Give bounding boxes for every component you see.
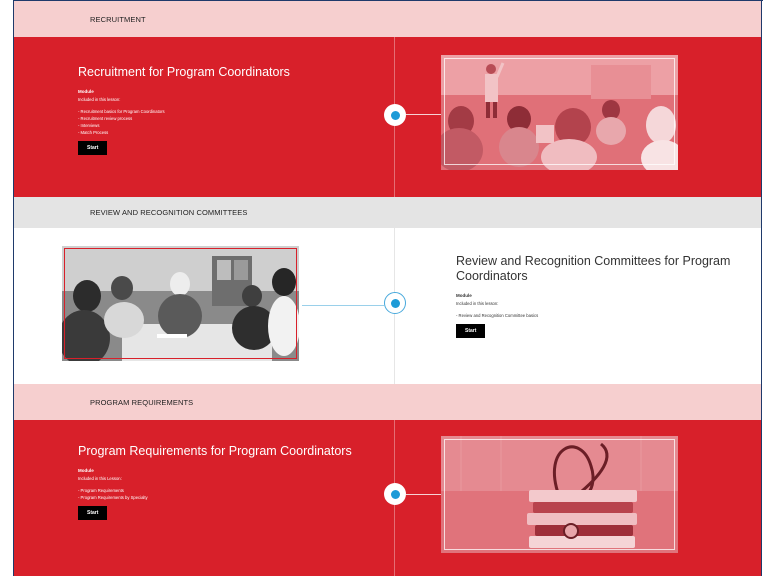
meeting-illustration [62,246,299,361]
timeline-dot [384,483,406,505]
timeline-connector [302,305,384,306]
recruitment-text: Recruitment for Program Coordinators Mod… [78,65,378,155]
start-button[interactable]: Start [78,506,108,520]
section-header-label: REVIEW AND RECOGNITION COMMITTEES [90,208,248,217]
start-button[interactable]: Start [78,141,108,155]
timeline-dot [384,104,406,126]
start-button[interactable]: Start [456,324,486,338]
module-title: Program Requirements for Program Coordin… [78,444,352,458]
requirements-card: Program Requirements for Program Coordin… [14,420,761,576]
lecture-image [441,55,678,170]
lesson-item: - Recruitment basics for Program Coordin… [78,109,165,114]
recruitment-card: Recruitment for Program Coordinators Mod… [14,37,761,197]
module-title: Recruitment for Program Coordinators [78,65,290,79]
lesson-item: - Review and Recognition Committee basic… [456,313,539,318]
lesson-item: - Recruitment review process [78,116,133,121]
section-header-label: RECRUITMENT [90,14,146,24]
module-title-line-2: Coordinators [456,269,528,283]
lesson-item: - Interviews [78,123,100,128]
review-card: Review and Recognition Committees for Pr… [14,228,761,384]
timeline-connector [406,114,446,115]
included-label: Included in this lesson: [78,97,121,102]
section-header-label: PROGRAM REQUIREMENTS [90,397,194,407]
section-header-review: REVIEW AND RECOGNITION COMMITTEES [14,197,761,228]
lesson-item: - Program Requirements by Specialty [78,495,148,500]
timeline-connector [406,494,446,495]
window-right-border [761,0,762,576]
timeline-dot [384,292,406,314]
module-label: Module [78,89,94,94]
module-title-line-1: Review and Recognition Committees for Pr… [456,254,731,268]
lesson-item: - Program Requirements [78,488,124,493]
meeting-image [62,246,299,361]
timeline-dot-center [390,489,400,499]
included-label: Included in this lesson: [456,301,499,306]
timeline-dot-center [390,110,400,120]
stethoscope-books-illustration [441,436,678,553]
review-text: Review and Recognition Committees for Pr… [456,254,746,338]
module-label: Module [456,293,472,298]
section-header-recruitment: RECRUITMENT [14,1,761,37]
lecture-illustration [441,55,678,170]
timeline-dot-center [390,298,400,308]
lesson-item: - Match Process [78,130,109,135]
included-label: Included in this Lesson: [78,476,122,481]
books-image [441,436,678,553]
section-header-requirements: PROGRAM REQUIREMENTS [14,384,761,420]
module-label: Module [78,468,94,473]
requirements-text: Program Requirements for Program Coordin… [78,444,388,520]
